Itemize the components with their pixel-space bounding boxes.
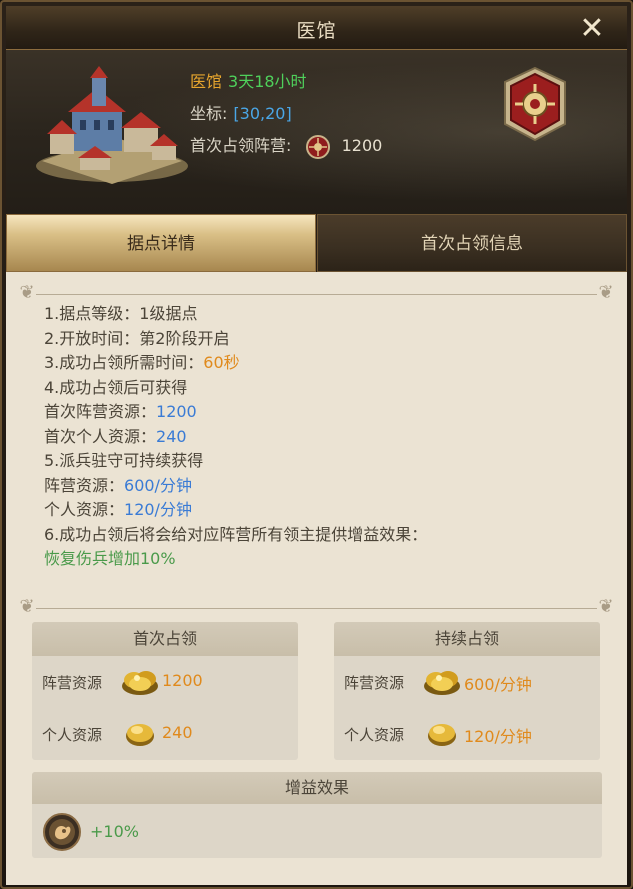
personal-resource-row: 个人资源 120/分钟 <box>344 712 590 756</box>
building-header: 医馆 3天18小时 坐标: [30,20] 首次占领阵营: 1200 <box>6 50 627 214</box>
personal-resource-row: 个人资源 240 <box>42 712 288 756</box>
coordinate-line: 坐标: [30,20] <box>190 100 292 124</box>
personal-resource-label: 个人资源 <box>344 726 405 744</box>
camp-emblem-large-icon <box>504 66 566 142</box>
desc-line: 2.开放时间：第2阶段开启 <box>44 328 230 348</box>
first-occupy-title: 首次占领 <box>32 622 298 656</box>
desc-line: 恢复伤兵增加10% <box>44 549 176 568</box>
gold-nugget-icon <box>126 724 154 746</box>
tab-first-occupy-info[interactable]: 首次占领信息 <box>317 214 627 272</box>
desc-line: 首次阵营资源：1200 <box>44 402 197 421</box>
buff-effect-value: +10% <box>90 822 139 841</box>
desc-line: 6.成功占领后将会给对应阵营所有领主提供增益效果： <box>44 524 428 544</box>
corner-ornament-icon: ❦ <box>19 596 35 617</box>
continuous-occupy-box: 持续占领 阵营资源 600/分钟 个人资源 120/分钟 <box>334 622 600 760</box>
corner-ornament-icon: ❦ <box>598 596 614 617</box>
building-image-icon <box>36 66 188 184</box>
tab-stronghold-details[interactable]: 据点详情 <box>6 214 316 272</box>
bottom-divider <box>36 608 597 609</box>
first-camp-value: 1200 <box>341 136 383 155</box>
corner-ornament-icon: ❦ <box>598 282 614 303</box>
camp-resource-label: 阵营资源 <box>344 674 405 692</box>
building-name-line: 医馆 3天18小时 <box>190 68 307 92</box>
desc-line: 5.派兵驻守可持续获得 <box>44 451 204 470</box>
coord-label: 坐标: <box>190 104 228 123</box>
content-panel: ❦ ❦ ❦ ❦ 1.据点等级：1级据点 2.开放时间：第2阶段开启 3.成功占领… <box>6 272 627 885</box>
first-occupy-box: 首次占领 阵营资源 1200 个人资源 240 <box>32 622 298 760</box>
desc-line: 首次个人资源：240 <box>44 426 187 446</box>
description-box: ❦ ❦ ❦ ❦ 1.据点等级：1级据点 2.开放时间：第2阶段开启 3.成功占领… <box>19 282 613 617</box>
tab-bar: 据点详情 首次占领信息 <box>6 214 627 272</box>
heal-buff-icon <box>43 813 81 851</box>
top-divider <box>36 294 597 295</box>
buff-effect-title: 增益效果 <box>32 772 602 804</box>
coord-link[interactable]: [30,20] <box>233 104 291 123</box>
dialog-frame: 医馆 ✕ 医馆 3天18小时 坐标: [30,20] 首次占领阵营: 1200 … <box>0 0 633 889</box>
description-text: 1.据点等级：1级据点 2.开放时间：第2阶段开启 3.成功占领所需时间：60秒… <box>44 302 427 572</box>
gold-ore-icon <box>122 671 158 695</box>
personal-resource-label: 个人资源 <box>42 726 103 744</box>
camp-resource-value: 1200 <box>162 671 203 690</box>
camp-resource-row: 阵营资源 600/分钟 <box>344 660 590 704</box>
desc-line: 阵营资源：600/分钟 <box>44 475 192 495</box>
dialog-title: 医馆 <box>296 20 337 42</box>
corner-ornament-icon: ❦ <box>19 282 35 303</box>
gold-nugget-icon <box>428 724 456 746</box>
time-remaining: 3天18小时 <box>228 72 307 91</box>
buff-effect-box: 增益效果 +10% <box>32 772 602 858</box>
continuous-occupy-title: 持续占领 <box>334 622 600 656</box>
desc-line: 个人资源：120/分钟 <box>44 500 192 519</box>
camp-resource-label: 阵营资源 <box>42 674 103 692</box>
first-camp-label: 首次占领阵营: <box>190 136 292 155</box>
camp-emblem-icon <box>305 134 330 159</box>
close-button[interactable]: ✕ <box>575 12 609 46</box>
first-camp-line: 首次占领阵营: 1200 <box>190 132 382 160</box>
desc-line: 1.据点等级：1级据点 <box>44 304 198 323</box>
building-name: 医馆 <box>190 72 223 91</box>
gold-ore-icon <box>424 671 460 695</box>
desc-line: 4.成功占领后可获得 <box>44 377 188 397</box>
camp-resource-row: 阵营资源 1200 <box>42 660 288 704</box>
personal-resource-value: 240 <box>162 723 193 742</box>
camp-resource-value: 600/分钟 <box>464 675 532 694</box>
title-bar: 医馆 ✕ <box>6 6 627 50</box>
personal-resource-value: 120/分钟 <box>464 727 532 746</box>
desc-line: 3.成功占领所需时间：60秒 <box>44 353 240 372</box>
